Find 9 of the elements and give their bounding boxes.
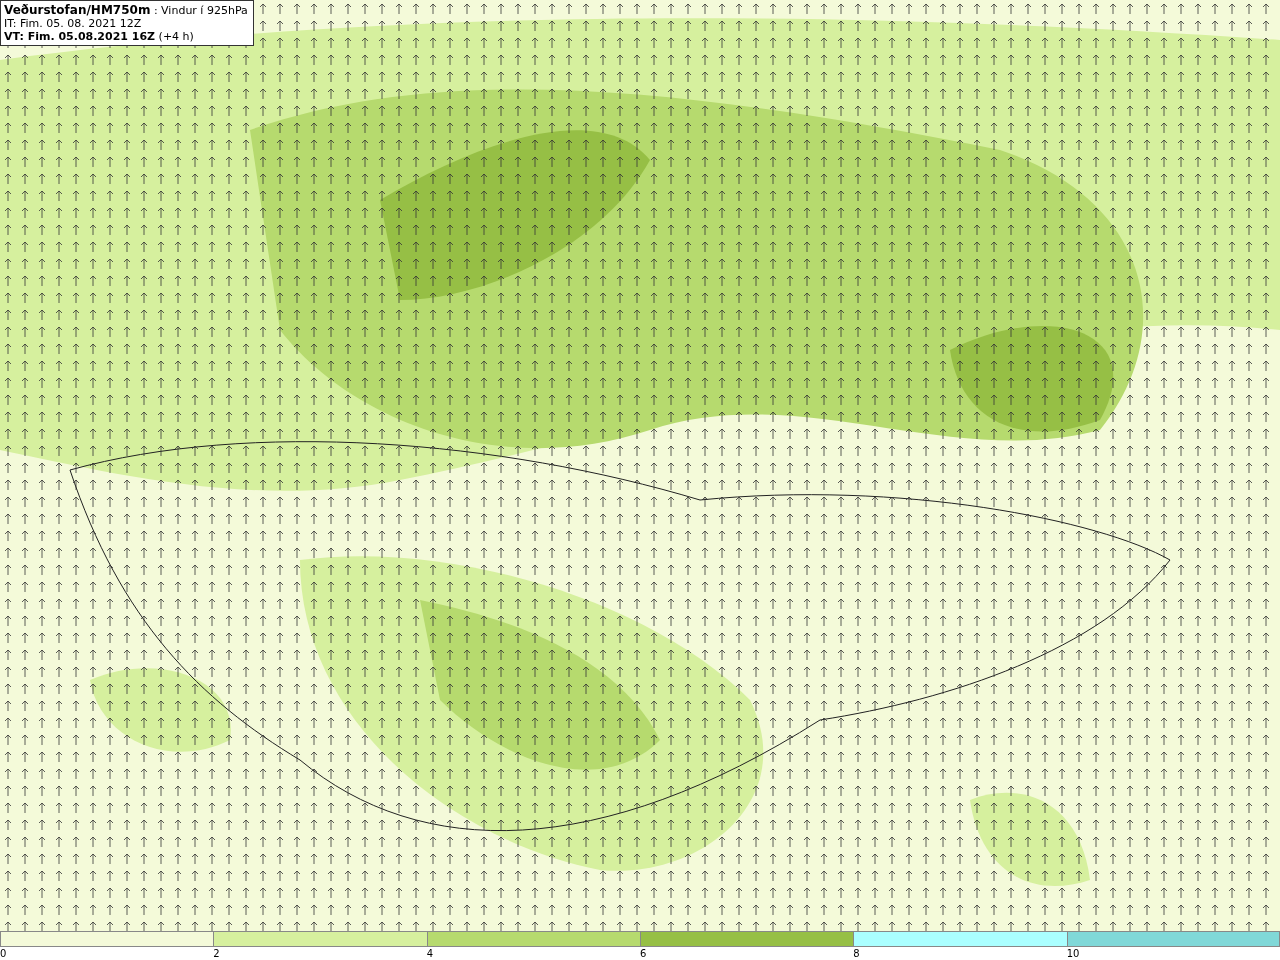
legend-label: 0 xyxy=(0,947,7,960)
legend-label: 10 xyxy=(1066,947,1080,960)
legend-label: 8 xyxy=(853,947,860,960)
initial-time: IT: Fim. 05. 08. 2021 12Z xyxy=(4,17,143,30)
legend-label: 6 xyxy=(640,947,647,960)
legend-label: 2 xyxy=(213,947,220,960)
chart-title: Veðurstofan/HM750m : Vindur í 925hPa xyxy=(4,4,248,17)
legend-label: 4 xyxy=(426,947,434,960)
valid-time: VT: Fim. 05.08.2021 16Z (+4 h) xyxy=(4,30,195,43)
